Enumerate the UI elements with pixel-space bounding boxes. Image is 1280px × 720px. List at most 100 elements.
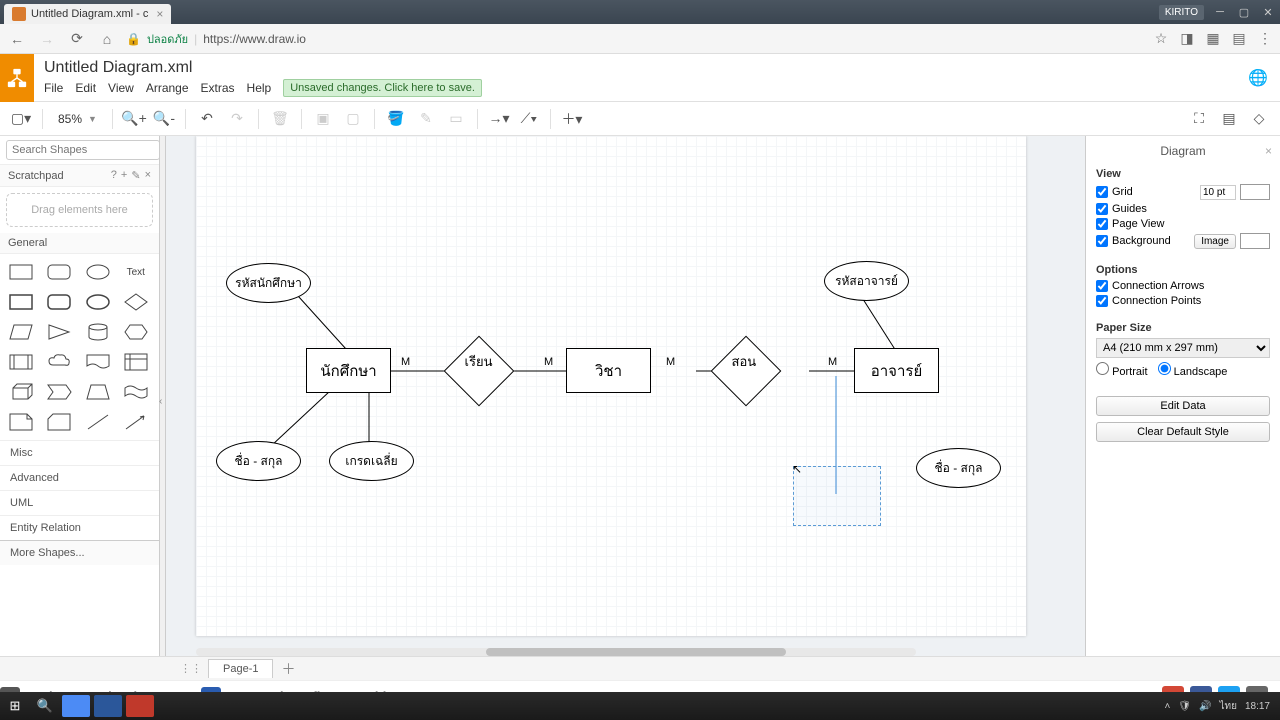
- ellipse-gpa[interactable]: เกรดเฉลี่ย: [329, 441, 414, 481]
- shape-ellipse[interactable]: [83, 260, 113, 284]
- extension-icon[interactable]: ▦: [1204, 30, 1222, 47]
- minimize-icon[interactable]: ─: [1208, 2, 1232, 22]
- canvas-hscrollbar[interactable]: [196, 648, 916, 656]
- close-tab-icon[interactable]: ×: [156, 7, 163, 21]
- browser-tab[interactable]: Untitled Diagram.xml - c ×: [4, 4, 171, 24]
- search-button[interactable]: 🔍: [30, 692, 60, 720]
- chrome-taskbar-icon[interactable]: [62, 695, 90, 717]
- close-icon[interactable]: ✕: [1256, 2, 1280, 22]
- ellipse-name2[interactable]: ชื่อ - สกุล: [916, 448, 1001, 488]
- grid-size-input[interactable]: [1200, 185, 1236, 200]
- shape-cube[interactable]: [6, 380, 36, 404]
- shape-rounded-filled[interactable]: [44, 290, 74, 314]
- home-icon[interactable]: ⌂: [96, 28, 118, 50]
- conn-arrows-checkbox[interactable]: [1096, 280, 1108, 292]
- pageview-checkbox[interactable]: [1096, 218, 1108, 230]
- shape-rounded-rect[interactable]: [44, 260, 74, 284]
- category-entity-relation[interactable]: Entity Relation: [0, 515, 159, 540]
- doc-icon[interactable]: ▤: [1230, 30, 1248, 47]
- menu-edit[interactable]: Edit: [75, 81, 96, 95]
- delete-icon[interactable]: 🗑: [267, 106, 293, 132]
- star-icon[interactable]: ☆: [1152, 30, 1170, 47]
- save-notice[interactable]: Unsaved changes. Click here to save.: [283, 79, 482, 97]
- url-box[interactable]: 🔒 ปลอดภัย | https://www.draw.io: [126, 30, 1144, 48]
- shape-card[interactable]: [44, 410, 74, 434]
- start-button[interactable]: ⊞: [0, 692, 30, 720]
- shadow-icon[interactable]: ▭: [443, 106, 469, 132]
- maximize-icon[interactable]: ▢: [1232, 2, 1256, 22]
- format-panel-icon[interactable]: ▤: [1216, 106, 1242, 132]
- shape-arrow-line[interactable]: [121, 410, 151, 434]
- shape-diamond[interactable]: [121, 290, 151, 314]
- help-icon[interactable]: ?: [111, 169, 117, 182]
- fill-icon[interactable]: 🪣: [383, 106, 409, 132]
- conn-points-checkbox[interactable]: [1096, 295, 1108, 307]
- undo-icon[interactable]: ↶: [194, 106, 220, 132]
- redo-icon[interactable]: ↷: [224, 106, 250, 132]
- shape-triangle[interactable]: [44, 320, 74, 344]
- app-taskbar-icon[interactable]: [126, 695, 154, 717]
- shape-rect-filled[interactable]: [6, 290, 36, 314]
- grid-checkbox[interactable]: [1096, 186, 1108, 198]
- add-page-button[interactable]: ＋: [281, 659, 295, 679]
- general-header[interactable]: General: [0, 233, 159, 254]
- shape-parallelogram[interactable]: [6, 320, 36, 344]
- connection-icon[interactable]: →▾: [486, 106, 512, 132]
- clear-style-button[interactable]: Clear Default Style: [1096, 422, 1270, 442]
- word-taskbar-icon[interactable]: [94, 695, 122, 717]
- shape-document[interactable]: [83, 350, 113, 374]
- share-icon[interactable]: 🌐: [1248, 68, 1268, 88]
- system-tray[interactable]: ˄ 🛡 🔊 ไทย 18:17: [1164, 699, 1280, 714]
- rect-student[interactable]: นักศึกษา: [306, 348, 391, 393]
- add-icon[interactable]: +: [121, 169, 127, 182]
- scratchpad-dropzone[interactable]: Drag elements here: [6, 193, 153, 227]
- document-title[interactable]: Untitled Diagram.xml: [44, 59, 482, 77]
- shape-rect[interactable]: [6, 260, 36, 284]
- translate-icon[interactable]: ◨: [1178, 30, 1196, 47]
- tray-time[interactable]: 18:17: [1245, 701, 1270, 712]
- forward-icon[interactable]: →: [36, 28, 58, 50]
- scratchpad-header[interactable]: Scratchpad ? + ✎ ×: [0, 165, 159, 187]
- to-back-icon[interactable]: ▢: [340, 106, 366, 132]
- menu-help[interactable]: Help: [247, 81, 272, 95]
- close-scratchpad-icon[interactable]: ×: [145, 169, 151, 182]
- category-uml[interactable]: UML: [0, 490, 159, 515]
- shape-step[interactable]: [44, 380, 74, 404]
- tray-language[interactable]: ไทย: [1219, 699, 1236, 714]
- shape-ellipse-bold[interactable]: [83, 290, 113, 314]
- view-toggle-button[interactable]: ▢▾: [8, 106, 34, 132]
- close-panel-icon[interactable]: ×: [1265, 144, 1272, 158]
- ellipse-teacher-id[interactable]: รหัสอาจารย์: [824, 261, 909, 301]
- zoom-in-icon[interactable]: 🔍+: [121, 106, 147, 132]
- shape-cylinder[interactable]: [83, 320, 113, 344]
- diamond-teach[interactable]: สอน: [721, 346, 771, 396]
- guides-checkbox[interactable]: [1096, 203, 1108, 215]
- paper-size-select[interactable]: A4 (210 mm x 297 mm): [1096, 338, 1270, 358]
- diagram-page[interactable]: รหัสนักศึกษา รหัสอาจารย์ นักศึกษา เรียน …: [196, 136, 1026, 636]
- shape-internal-storage[interactable]: [121, 350, 151, 374]
- fullscreen-icon[interactable]: ⛶: [1186, 106, 1212, 132]
- bg-image-button[interactable]: Image: [1194, 234, 1236, 249]
- line-color-icon[interactable]: ✎: [413, 106, 439, 132]
- menu-icon[interactable]: ⋮: [1256, 30, 1274, 47]
- edit-icon[interactable]: ✎: [131, 169, 140, 182]
- edit-data-button[interactable]: Edit Data: [1096, 396, 1270, 416]
- rect-subject[interactable]: วิชา: [566, 348, 651, 393]
- menu-extras[interactable]: Extras: [201, 81, 235, 95]
- canvas[interactable]: รหัสนักศึกษา รหัสอาจารย์ นักศึกษา เรียน …: [166, 136, 1085, 656]
- page-menu-icon[interactable]: ⋮⋮: [180, 662, 202, 675]
- grid-color-swatch[interactable]: [1240, 184, 1270, 200]
- diamond-study[interactable]: เรียน: [454, 346, 504, 396]
- menu-arrange[interactable]: Arrange: [146, 81, 189, 95]
- page-tab-1[interactable]: Page-1: [208, 659, 273, 678]
- landscape-radio[interactable]: [1158, 362, 1171, 375]
- shape-hexagon[interactable]: [121, 320, 151, 344]
- zoom-out-icon[interactable]: 🔍-: [151, 106, 177, 132]
- tray-volume-icon[interactable]: 🔊: [1199, 701, 1211, 712]
- category-advanced[interactable]: Advanced: [0, 465, 159, 490]
- shape-note[interactable]: [6, 410, 36, 434]
- shape-tape[interactable]: [121, 380, 151, 404]
- outline-icon[interactable]: ◇: [1246, 106, 1272, 132]
- insert-icon[interactable]: ＋▾: [559, 106, 585, 132]
- shape-trapezoid[interactable]: [83, 380, 113, 404]
